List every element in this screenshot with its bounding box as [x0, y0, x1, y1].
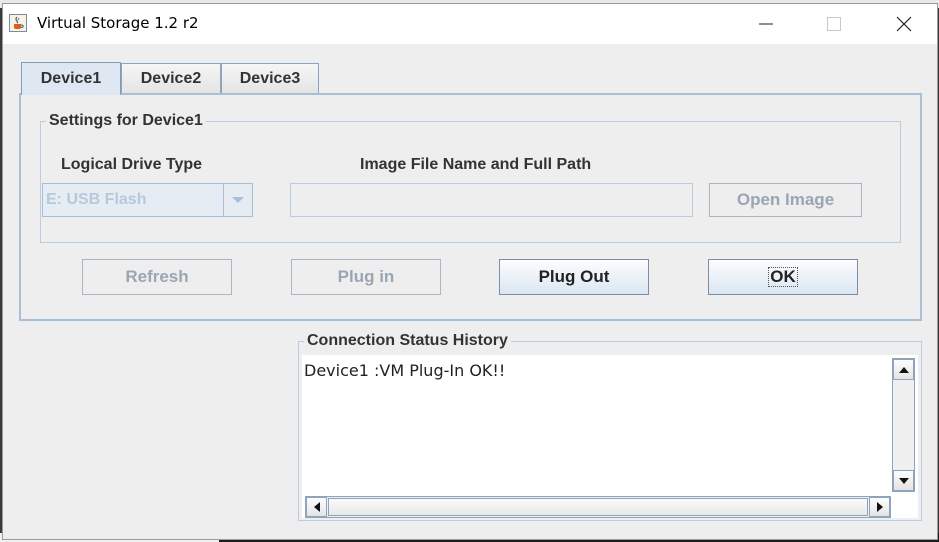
refresh-button[interactable]: Refresh: [82, 259, 232, 295]
device1-panel: Settings for Device1 Logical Drive Type …: [19, 93, 922, 321]
ok-label: OK: [768, 267, 798, 287]
chevron-down-icon: [232, 197, 244, 203]
settings-group: Settings for Device1: [40, 112, 901, 243]
scroll-up-button[interactable]: [893, 359, 914, 380]
scroll-left-button[interactable]: [306, 497, 327, 517]
status-history-group: Connection Status History Device1 :VM Pl…: [298, 332, 922, 521]
close-button[interactable]: [881, 4, 927, 44]
arrow-left-icon: [313, 502, 320, 512]
java-cup-icon: [9, 14, 27, 32]
arrow-right-icon: [876, 502, 883, 512]
title-bar[interactable]: Virtual Storage 1.2 r2: [3, 4, 937, 44]
open-image-button[interactable]: Open Image: [709, 183, 862, 217]
scroll-down-button[interactable]: [893, 470, 914, 491]
plug-out-button[interactable]: Plug Out: [499, 259, 649, 295]
plug-in-button[interactable]: Plug in: [291, 259, 441, 295]
arrow-down-icon: [898, 477, 909, 484]
maximize-button[interactable]: [811, 4, 857, 44]
status-line: Device1 :VM Plug-In OK!!: [304, 361, 506, 380]
minimize-icon: [759, 23, 773, 25]
app-window: Virtual Storage 1.2 r2 Device1 Device2 D…: [2, 3, 938, 540]
status-group-title: Connection Status History: [304, 332, 511, 350]
horizontal-scroll-thumb[interactable]: [328, 498, 868, 516]
status-history-log[interactable]: Device1 :VM Plug-In OK!!: [302, 355, 918, 518]
tab-device1[interactable]: Device1: [21, 62, 121, 95]
dropdown-arrow-button[interactable]: [223, 184, 252, 216]
drive-type-select[interactable]: E: USB Flash: [42, 183, 253, 217]
settings-group-title: Settings for Device1: [46, 112, 206, 130]
drive-type-value: E: USB Flash: [46, 191, 147, 208]
image-path-field[interactable]: [290, 183, 693, 217]
scroll-right-button[interactable]: [869, 497, 890, 517]
drive-type-label: Logical Drive Type: [61, 156, 203, 173]
maximize-icon: [827, 17, 841, 31]
arrow-up-icon: [898, 366, 909, 373]
vertical-scrollbar[interactable]: [892, 358, 915, 492]
tab-device3[interactable]: Device3: [221, 63, 319, 93]
image-path-label: Image File Name and Full Path: [360, 156, 592, 173]
ok-button[interactable]: OK: [708, 259, 858, 295]
minimize-button[interactable]: [743, 4, 789, 44]
window-title: Virtual Storage 1.2 r2: [37, 14, 199, 32]
horizontal-scrollbar[interactable]: [305, 496, 891, 518]
tab-device2[interactable]: Device2: [121, 63, 221, 93]
close-icon: [896, 16, 912, 32]
